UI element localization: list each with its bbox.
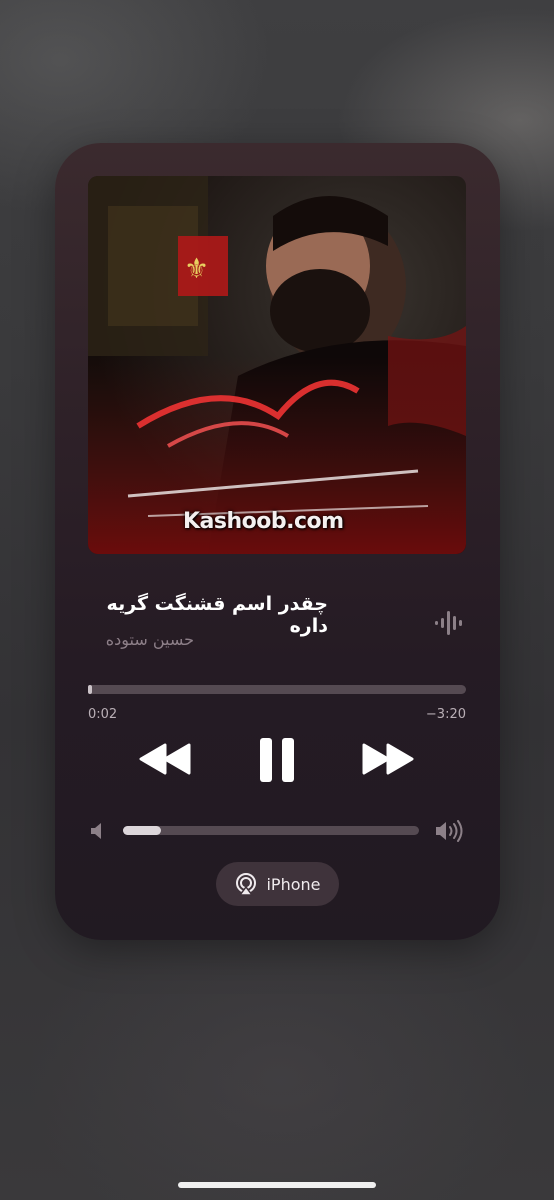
home-indicator[interactable] [178,1182,376,1188]
audio-waveform-icon [435,611,462,635]
playback-scrubber[interactable] [88,685,466,694]
speaker-high-icon [436,820,463,842]
volume-slider[interactable] [123,826,419,835]
pause-button[interactable] [258,737,296,783]
elapsed-time: 0:02 [88,707,118,722]
fast-forward-button[interactable] [362,741,414,777]
airplay-output-button[interactable]: iPhone [216,862,339,906]
svg-text:⚜: ⚜ [184,252,209,285]
playback-progress-fill [88,685,92,694]
rewind-icon [139,743,191,775]
volume-fill [123,826,162,835]
airplay-device-label: iPhone [266,874,321,894]
artwork-image: ⚜ [88,176,466,554]
remaining-time: −3:20 [425,707,466,722]
speaker-low-icon [91,823,101,839]
album-artwork[interactable]: ⚜ Kashoob.com [88,176,466,554]
artwork-watermark: Kashoob.com [183,509,344,534]
airplay-icon [236,873,257,896]
fast-forward-icon [362,743,414,775]
rewind-button[interactable] [139,741,191,777]
pause-icon [260,738,294,782]
track-artist[interactable]: حسین ستوده [88,630,194,649]
